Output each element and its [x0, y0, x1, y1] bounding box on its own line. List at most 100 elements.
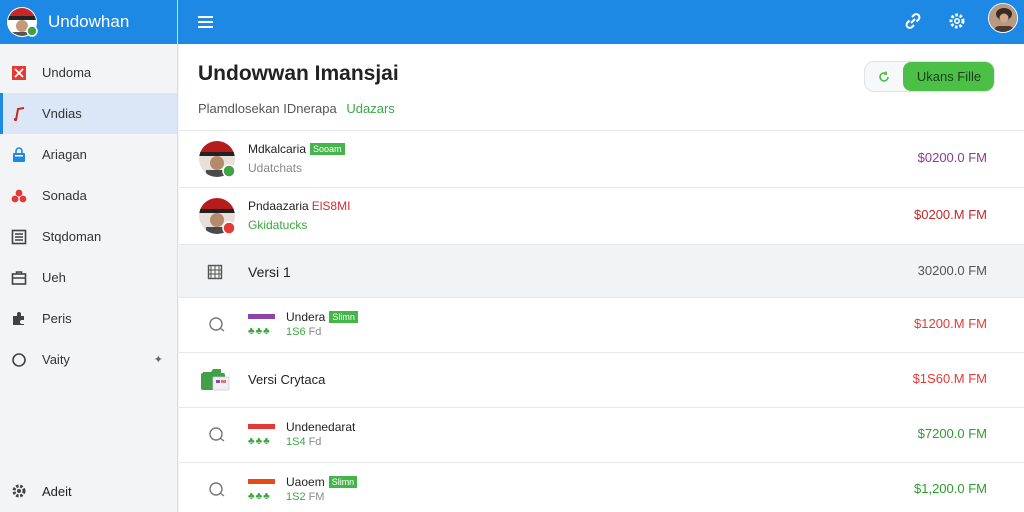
- sidebar-item-label: Vaity: [42, 352, 70, 367]
- row-name: Pndaazaria: [248, 199, 309, 213]
- settings-icon[interactable]: [946, 10, 968, 32]
- sidebar-item-vaity[interactable]: Vaity ✦: [0, 339, 177, 380]
- row-amount: $7200.0 FM: [917, 426, 987, 441]
- row-title: Undera Slimn: [286, 310, 358, 324]
- row-amount: $0200.M FM: [914, 207, 987, 222]
- sidebar: Undowhan Undoma Vndias Ariagan Sonada St…: [0, 0, 178, 512]
- gear-icon: [10, 482, 28, 500]
- color-tag: [248, 314, 275, 319]
- puzzle-icon: [10, 310, 28, 328]
- avatar: [198, 197, 236, 235]
- row-title: Uaoem Slimn: [286, 475, 358, 489]
- sidebar-item-label: Ariagan: [42, 147, 87, 162]
- cluster-icon: [10, 187, 28, 205]
- subtitle-highlight[interactable]: Udazars: [346, 101, 394, 116]
- sidebar-nav: Undoma Vndias Ariagan Sonada Stqdoman Ue…: [0, 52, 177, 380]
- row-title: Pndaazaria ElS8MI: [248, 199, 350, 213]
- circle-icon: [10, 351, 28, 369]
- count-unit: Fd: [308, 326, 322, 338]
- sidebar-item-label: Peris: [42, 311, 72, 326]
- close-box-icon: [10, 64, 28, 82]
- sidebar-item-vndias[interactable]: Vndias: [0, 93, 177, 134]
- sidebar-footer[interactable]: Adeit: [0, 478, 177, 504]
- sidebar-item-label: Vndias: [42, 106, 82, 121]
- briefcase-icon: [10, 269, 28, 287]
- row-count: 1S4 Fd: [286, 436, 321, 448]
- subtitle-text: Plamdlosekan IDnerapa: [198, 101, 337, 116]
- row-amount: $1S60.M FM: [912, 371, 987, 386]
- row-amount: $1,200.0 FM: [914, 481, 987, 496]
- expand-arrow-icon[interactable]: ✦: [154, 353, 163, 366]
- status-badge: Slimn: [329, 311, 358, 323]
- sidebar-item-peris[interactable]: Peris: [0, 298, 177, 339]
- sidebar-item-sonada[interactable]: Sonada: [0, 175, 177, 216]
- folder-row[interactable]: Versi Crytaca $1S60.M FM: [179, 352, 1024, 407]
- sidebar-item-label: Undoma: [42, 65, 92, 80]
- music-note-icon: [10, 105, 28, 123]
- row-count: 1S2 FM: [286, 491, 324, 503]
- sidebar-item-ariagan[interactable]: Ariagan: [0, 134, 177, 175]
- refresh-icon: [879, 70, 889, 82]
- link-icon[interactable]: [902, 10, 924, 32]
- menu-icon[interactable]: [198, 12, 218, 32]
- list-box-icon: [10, 228, 28, 246]
- row-subtitle: Gkidatucks: [248, 218, 308, 232]
- group-label: Versi 1: [248, 264, 291, 280]
- list-item[interactable]: Undera Slimn ♣♣♣ 1S6 Fd $1200.M FM: [179, 297, 1024, 352]
- list-item[interactable]: Uaoem Slimn ♣♣♣ 1S2 FM $1,200.0 FM: [179, 462, 1024, 512]
- page-subtitle: Plamdlosekan IDnerapa Udazars: [198, 101, 395, 116]
- count-value: 1S4: [286, 436, 306, 448]
- status-badge: Slimn: [328, 476, 358, 488]
- folder-icon: [201, 368, 231, 392]
- status-badge: Sooam: [310, 143, 345, 155]
- row-subtitle: Udatchats: [248, 161, 303, 175]
- sidebar-item-ueh[interactable]: Ueh: [0, 257, 177, 298]
- rating-icon: ♣♣♣: [248, 491, 271, 502]
- row-name: Undenedarat: [286, 420, 356, 434]
- row-amount: $1200.M FM: [914, 316, 987, 331]
- comment-icon: [208, 481, 228, 499]
- page-title: Undowwan Imansjai: [198, 62, 399, 85]
- row-name: Uaoem: [286, 475, 325, 489]
- avatar: [198, 140, 236, 178]
- rating-icon: ♣♣♣: [248, 326, 271, 337]
- count-value: 1S2: [286, 491, 306, 503]
- main-content: Undowwan Imansjai Plamdlosekan IDnerapa …: [179, 44, 1024, 512]
- list-item[interactable]: Undenedarat ♣♣♣ 1S4 Fd $7200.0 FM: [179, 407, 1024, 462]
- row-amount: 30200.0 FM: [917, 263, 987, 278]
- color-tag: [248, 479, 275, 484]
- top-bar: [178, 0, 1024, 44]
- sidebar-item-label: Ueh: [42, 270, 66, 285]
- sidebar-header: Undowhan: [0, 0, 177, 44]
- row-amount: $0200.0 FM: [917, 150, 987, 165]
- status-text: ElS8MI: [311, 199, 351, 213]
- action-button-group: Ukans Fille: [864, 61, 995, 92]
- app-logo-avatar[interactable]: [6, 6, 38, 38]
- folder-label: Versi Crytaca: [248, 372, 326, 387]
- app-title: Undowhan: [48, 12, 130, 31]
- sidebar-item-undoma[interactable]: Undoma: [0, 52, 177, 93]
- comment-icon: [208, 316, 228, 334]
- user-avatar[interactable]: [988, 3, 1018, 33]
- comment-icon: [208, 426, 228, 444]
- count-unit: FM: [308, 491, 325, 503]
- list-item[interactable]: Pndaazaria ElS8MI Gkidatucks $0200.M FM: [179, 187, 1024, 244]
- lock-icon: [10, 146, 28, 164]
- list-item[interactable]: Mdkalcaria Sooam Udatchats $0200.0 FM: [179, 130, 1024, 187]
- row-name: Undera: [286, 310, 326, 324]
- count-value: 1S6: [286, 326, 306, 338]
- row-count: 1S6 Fd: [286, 326, 321, 338]
- sidebar-item-stqdoman[interactable]: Stqdoman: [0, 216, 177, 257]
- row-title: Undenedarat: [286, 420, 355, 434]
- rating-icon: ♣♣♣: [248, 436, 271, 447]
- count-unit: Fd: [308, 436, 322, 448]
- group-row[interactable]: Versi 1 30200.0 FM: [179, 244, 1024, 297]
- refresh-button[interactable]: [865, 62, 903, 91]
- row-name: Mdkalcaria: [248, 142, 307, 156]
- color-tag: [248, 424, 275, 429]
- sidebar-item-label: Sonada: [42, 188, 87, 203]
- row-title: Mdkalcaria Sooam: [248, 142, 345, 156]
- abacus-icon: [207, 264, 223, 280]
- upload-file-button[interactable]: Ukans Fille: [903, 62, 994, 91]
- sidebar-item-label: Stqdoman: [42, 229, 102, 244]
